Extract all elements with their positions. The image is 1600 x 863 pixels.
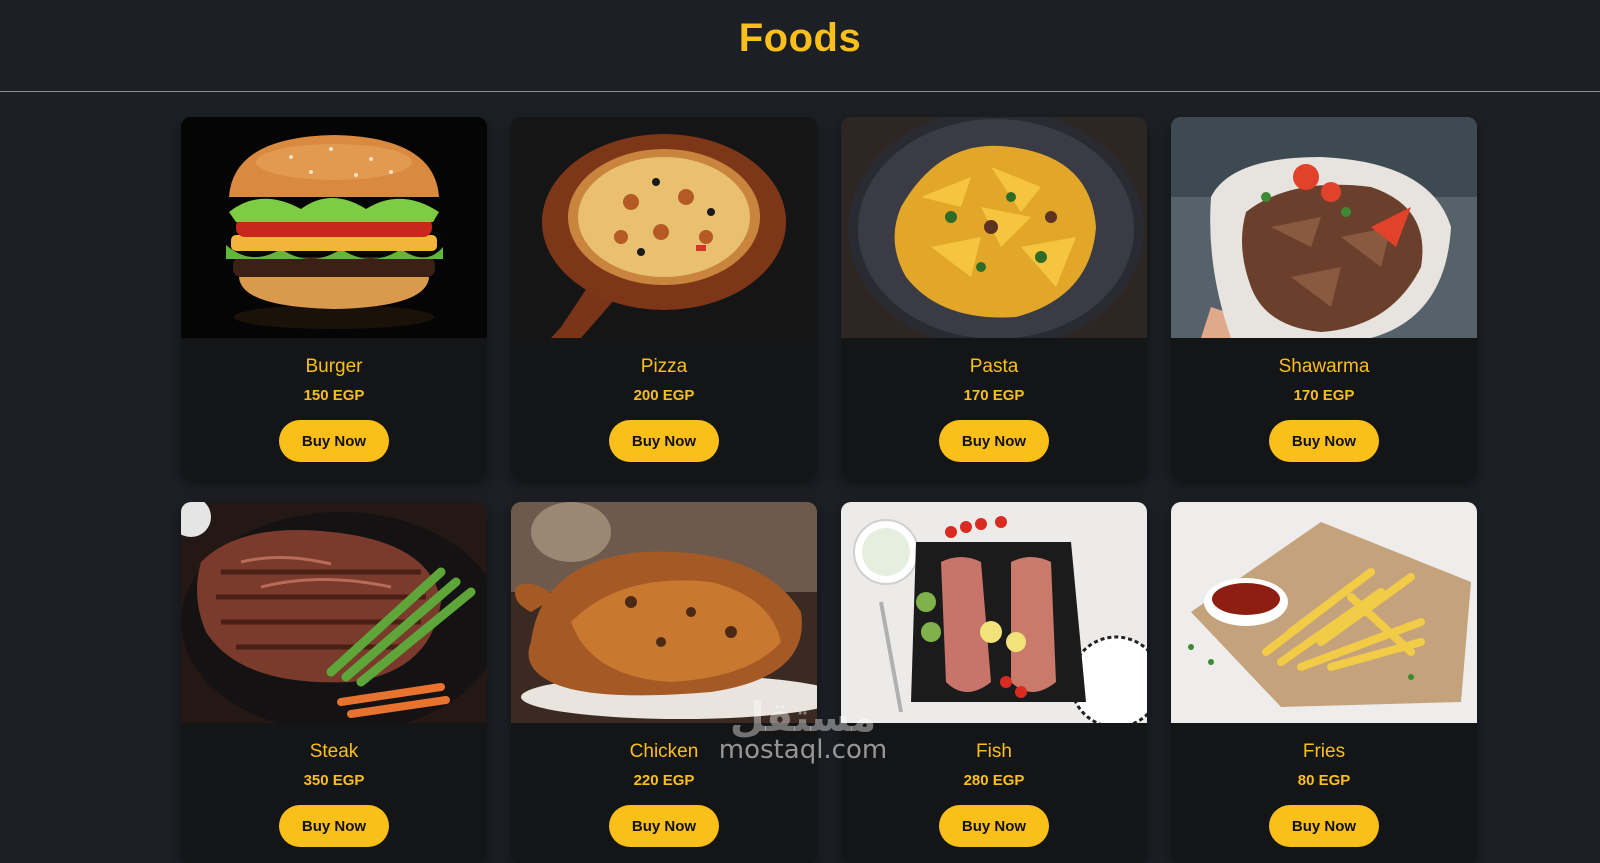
food-name: Fish [976, 741, 1012, 762]
burger-image [181, 117, 487, 338]
steak-image [181, 502, 487, 723]
buy-now-button[interactable]: Buy Now [609, 420, 719, 462]
food-name: Burger [305, 356, 363, 377]
buy-now-button[interactable]: Buy Now [939, 805, 1049, 847]
food-grid: Burger 150 EGP Buy Now Pizza 200 EGP Buy… [181, 117, 1477, 863]
food-card-pasta: Pasta 170 EGP Buy Now [841, 117, 1147, 478]
food-price: 80 EGP [1297, 772, 1351, 789]
food-card-chicken: Chicken 220 EGP Buy Now [511, 502, 817, 863]
food-card-burger: Burger 150 EGP Buy Now [181, 117, 487, 478]
food-name: Chicken [629, 741, 699, 762]
shawarma-image [1171, 117, 1477, 338]
food-price: 170 EGP [963, 387, 1025, 404]
page-title: Foods [738, 16, 862, 60]
food-card-shawarma: Shawarma 170 EGP Buy Now [1171, 117, 1477, 478]
food-price: 350 EGP [303, 772, 365, 789]
food-price: 280 EGP [963, 772, 1025, 789]
food-price: 220 EGP [633, 772, 695, 789]
pizza-image [511, 117, 817, 338]
pasta-image [841, 117, 1147, 338]
buy-now-button[interactable]: Buy Now [1269, 420, 1379, 462]
fries-image [1171, 502, 1477, 723]
page-header: Foods [0, 0, 1600, 92]
food-name: Pasta [969, 356, 1019, 377]
food-price: 150 EGP [303, 387, 365, 404]
buy-now-button[interactable]: Buy Now [279, 420, 389, 462]
food-price: 170 EGP [1293, 387, 1355, 404]
buy-now-button[interactable]: Buy Now [609, 805, 719, 847]
chicken-image [511, 502, 817, 723]
buy-now-button[interactable]: Buy Now [279, 805, 389, 847]
buy-now-button[interactable]: Buy Now [1269, 805, 1379, 847]
food-name: Steak [309, 741, 359, 762]
buy-now-button[interactable]: Buy Now [939, 420, 1049, 462]
food-price: 200 EGP [633, 387, 695, 404]
food-name: Fries [1302, 741, 1346, 762]
food-card-fries: Fries 80 EGP Buy Now [1171, 502, 1477, 863]
food-card-fish: Fish 280 EGP Buy Now [841, 502, 1147, 863]
fish-image [841, 502, 1147, 723]
food-card-steak: Steak 350 EGP Buy Now [181, 502, 487, 863]
food-name: Pizza [640, 356, 688, 377]
food-name: Shawarma [1278, 356, 1370, 377]
food-card-pizza: Pizza 200 EGP Buy Now [511, 117, 817, 478]
